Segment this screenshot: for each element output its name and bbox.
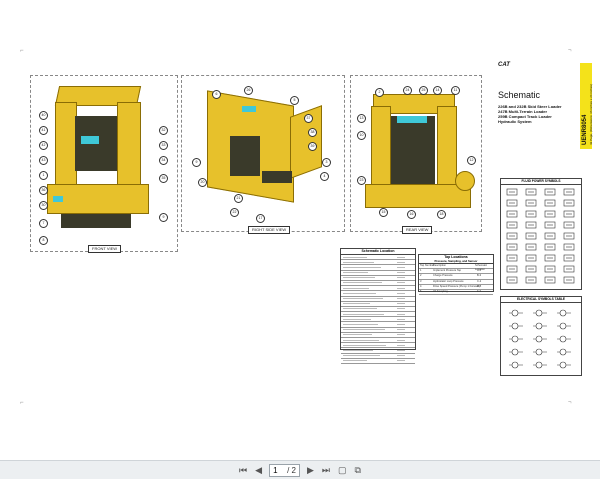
front-view-label: FRONT VIEW — [88, 245, 122, 253]
fluid-power-symbols-panel: FLUID POWER SYMBOLS — [500, 178, 582, 290]
document-code: UENR8054 — [582, 114, 588, 145]
electrical-symbols-drawing — [509, 309, 571, 369]
table-row — [341, 359, 415, 364]
document-note: 42 Page, (Dimensions: 36 inches x 24 inc… — [589, 83, 593, 145]
two-page-view-icon[interactable]: ⧉ — [355, 465, 361, 476]
right-side-view-panel: 6 26 5 37 38 39 3 4 9 20 21 22 17 — [181, 75, 345, 232]
pdf-toolbar: ⏮ ◀ / 2 ▶ ⏭ ▢ ⧉ — [0, 460, 600, 479]
first-page-icon[interactable]: ⏮ — [239, 465, 247, 476]
document-title: Schematic — [498, 90, 541, 100]
brand-logo: CAT — [498, 62, 510, 68]
last-page-icon[interactable]: ⏭ — [322, 465, 330, 476]
front-view-panel: 40 41 42 43 1 36 30 7 8 32 33 34 35 9 — [30, 75, 178, 252]
title-block: CAT Schematic 226B and 232B Skid Steer L… — [498, 60, 593, 170]
previous-page-icon[interactable]: ◀ — [255, 465, 262, 476]
schematic-location-table: Schematic Location — [340, 248, 416, 364]
schematic-sheet: ⌐ ¬ ⌐ ¬ 40 41 42 43 1 36 30 7 8 32 33 34… — [0, 0, 600, 460]
electrical-symbols-panel: ELECTRICAL SYMBOLS TABLE — [500, 296, 582, 376]
page-total: / 2 — [287, 465, 296, 475]
document-subtitle: 226B and 232B Skid Steer Loader 247B Mul… — [498, 104, 562, 124]
table-title: Tap Locations Pressure, Sampling, and Se… — [419, 255, 493, 264]
registration-mark: ¬ — [568, 400, 572, 406]
page-number-input[interactable] — [273, 465, 288, 475]
registration-mark: ⌐ — [20, 400, 24, 406]
tap-locations-table: Tap Locations Pressure, Sampling, and Se… — [418, 254, 494, 296]
single-page-view-icon[interactable]: ▢ — [338, 465, 347, 476]
rear-view-label: REAR VIEW — [402, 226, 433, 234]
next-page-icon[interactable]: ▶ — [307, 465, 314, 476]
document-code-stripe: UENR8054 42 Page, (Dimensions: 36 inches… — [580, 63, 593, 149]
fluid-symbols-drawing — [506, 188, 575, 284]
registration-mark: ⌐ — [20, 48, 24, 54]
page-number-box: / 2 — [269, 463, 300, 477]
table-row: 5 Oil Sampling E-6 — [419, 290, 493, 296]
right-side-view-label: RIGHT SIDE VIEW — [248, 226, 291, 234]
registration-mark: ¬ — [568, 48, 572, 54]
rear-view-panel: 2 24 25 14 11 13 10 12 23 15 16 18 — [350, 75, 482, 232]
